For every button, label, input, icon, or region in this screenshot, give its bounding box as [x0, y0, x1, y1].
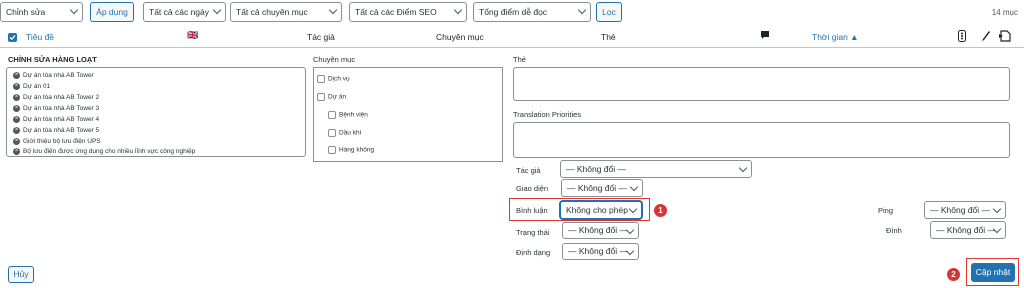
remove-icon[interactable]: ×: [13, 148, 20, 155]
chevron-down-icon: [629, 182, 639, 192]
remove-icon[interactable]: ×: [13, 105, 20, 112]
apply-button[interactable]: Áp dụng: [90, 2, 134, 22]
list-item[interactable]: × Giới thiệu bộ lưu điện UPS: [13, 138, 101, 145]
bulk-action-select[interactable]: Chỉnh sửa: [0, 2, 83, 22]
sticky-label: Đính: [886, 226, 902, 235]
category-item[interactable]: Hàng không: [328, 146, 374, 154]
chevron-down-icon: [328, 5, 338, 15]
theme-label: Giao diện: [516, 184, 549, 193]
theme-select[interactable]: — Không đổi —: [561, 179, 643, 197]
category-checkbox[interactable]: [328, 129, 336, 137]
categories-checklist[interactable]: Dịch vụ Dự án Bệnh viện Dầu khí Hàng khô…: [313, 67, 503, 162]
category-filter-select[interactable]: Tất cả chuyên mục: [230, 2, 342, 22]
date-filter-select[interactable]: Tất cả các ngày: [143, 2, 226, 22]
update-button[interactable]: Cập nhật: [971, 263, 1015, 282]
category-checkbox[interactable]: [317, 75, 325, 83]
comments-label: Bình luận: [516, 206, 548, 215]
bulk-edit-heading: CHỈNH SỬA HÀNG LOẠT: [8, 55, 97, 64]
category-checkbox[interactable]: [328, 146, 336, 154]
category-filter-value: Tất cả chuyên mục: [236, 7, 308, 17]
format-label: Định dạng: [516, 248, 551, 257]
chevron-down-icon: [453, 5, 463, 15]
author-label: Tác giả: [516, 166, 541, 175]
chevron-down-icon: [577, 5, 587, 15]
links-icon: [998, 29, 1012, 45]
flag-icon: 🇬🇧: [187, 30, 199, 40]
readability-filter-value: Tổng điểm dễ đọc: [479, 7, 548, 17]
categories-label: Chuyên mục: [313, 55, 356, 64]
date-filter-value: Tất cả các ngày: [149, 7, 210, 17]
ping-select[interactable]: — Không đổi —: [924, 201, 1006, 219]
category-item[interactable]: Bệnh viện: [328, 111, 368, 119]
format-select[interactable]: — Không đổi —: [562, 243, 639, 260]
remove-icon[interactable]: ×: [13, 138, 20, 145]
translation-priorities-box[interactable]: [513, 122, 1010, 158]
comments-select[interactable]: Không cho phép: [560, 201, 642, 219]
ping-value: — Không đổi —: [930, 205, 991, 215]
readability-filter-select[interactable]: Tổng điểm dễ đọc: [473, 2, 591, 22]
column-date[interactable]: Thời gian ▲: [812, 32, 859, 42]
list-item[interactable]: × Dự án tòa nhà AB Tower 2: [13, 94, 99, 101]
select-all-checkbox[interactable]: [8, 33, 17, 42]
annotation-badge-1: 1: [654, 204, 667, 217]
category-checkbox[interactable]: [317, 93, 325, 101]
list-item[interactable]: × Bộ lưu điện được ứng dụng cho nhiều lĩn…: [13, 148, 195, 155]
filter-button[interactable]: Lọc: [596, 2, 622, 22]
status-select[interactable]: — Không đổi —: [562, 222, 639, 239]
items-count: 14 mục: [991, 8, 1018, 17]
chevron-down-icon: [628, 204, 638, 214]
theme-value: — Không đổi —: [567, 183, 628, 193]
sticky-select[interactable]: — Không đổi —: [930, 221, 1006, 239]
translation-priorities-label: Translation Priorities: [513, 110, 582, 119]
status-value: — Không đổi —: [568, 225, 629, 235]
category-item[interactable]: Dầu khí: [328, 129, 361, 137]
table-header: Tiêu đề 🇬🇧 Tác giả Chuyên mục Thẻ Thời g…: [0, 26, 1024, 48]
status-label: Trạng thái: [516, 228, 550, 237]
format-value: — Không đổi —: [568, 246, 629, 256]
author-select[interactable]: — Không đổi —: [560, 160, 752, 178]
list-item[interactable]: × Dự án tòa nhà AB Tower: [13, 72, 94, 79]
list-item[interactable]: × Dự án 01: [13, 83, 50, 90]
seo-score-icon: [958, 30, 966, 44]
author-value: — Không đổi —: [566, 164, 627, 174]
bulk-action-value: Chỉnh sửa: [6, 7, 46, 17]
column-categories: Chuyên mục: [436, 32, 484, 42]
ping-label: Ping: [878, 206, 894, 215]
readability-icon: [981, 30, 991, 44]
comment-icon: [760, 30, 770, 42]
category-checkbox[interactable]: [328, 111, 336, 119]
list-item[interactable]: × Dự án tòa nhà AB Tower 4: [13, 116, 99, 123]
chevron-down-icon: [738, 163, 748, 173]
column-title[interactable]: Tiêu đề: [26, 32, 54, 42]
remove-icon[interactable]: ×: [13, 72, 20, 79]
remove-icon[interactable]: ×: [13, 116, 20, 123]
category-item[interactable]: Dự án: [317, 93, 346, 101]
cancel-button[interactable]: Hủy: [8, 266, 34, 283]
category-item[interactable]: Dịch vụ: [317, 75, 350, 83]
seo-filter-select[interactable]: Tất cả các Điểm SEO: [349, 2, 467, 22]
annotation-badge-2: 2: [947, 268, 960, 281]
list-item[interactable]: × Dự án tòa nhà AB Tower 3: [13, 105, 99, 112]
remove-icon[interactable]: ×: [13, 83, 20, 90]
bulk-edit-post-list: × Dự án tòa nhà AB Tower × Dự án 01 × Dự án…: [6, 67, 306, 157]
column-author: Tác giả: [307, 32, 335, 42]
tags-label: Thẻ: [513, 55, 526, 64]
sticky-value: — Không đổi —: [936, 225, 997, 235]
remove-icon[interactable]: ×: [13, 94, 20, 101]
seo-filter-value: Tất cả các Điểm SEO: [355, 7, 437, 17]
tags-textarea[interactable]: [513, 67, 1010, 101]
remove-icon[interactable]: ×: [13, 127, 20, 134]
chevron-down-icon: [69, 5, 79, 15]
chevron-down-icon: [212, 5, 222, 15]
column-tags: Thẻ: [601, 32, 616, 42]
chevron-down-icon: [992, 204, 1002, 214]
list-item[interactable]: × Dự án tòa nhà AB Tower 5: [13, 127, 99, 134]
comments-value: Không cho phép: [566, 205, 628, 215]
